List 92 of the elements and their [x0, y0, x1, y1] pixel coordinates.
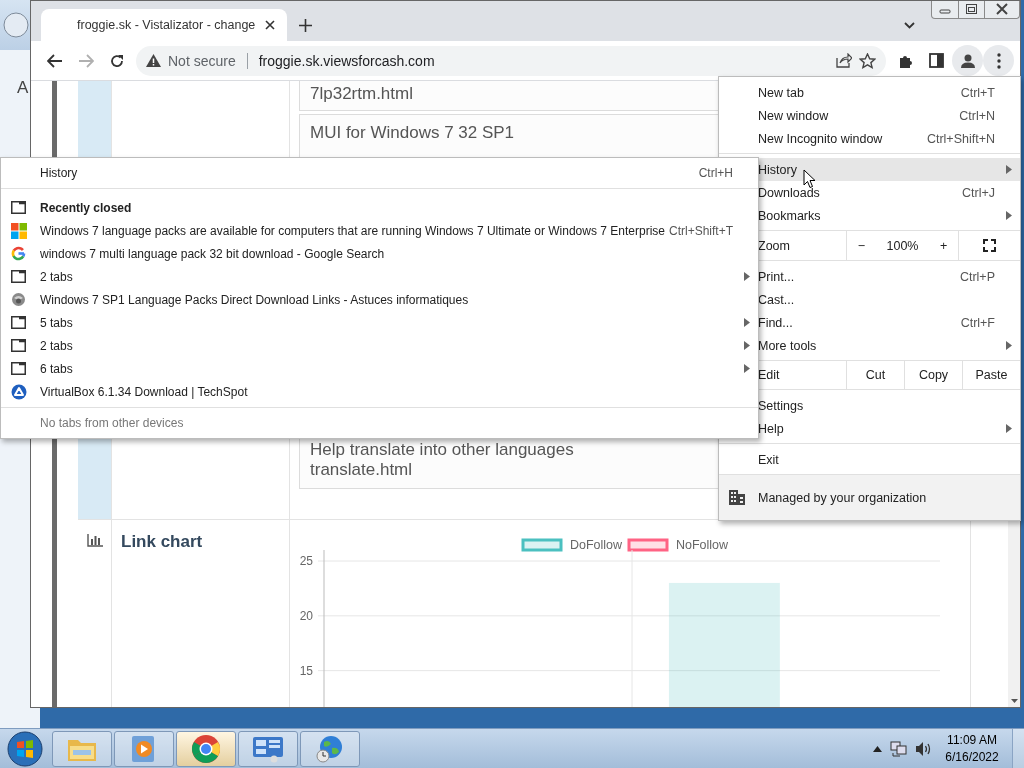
zoom-out-button[interactable]: −	[857, 238, 866, 253]
menu-item[interactable]: 2 tabs	[1, 334, 758, 357]
side-panel-icon	[929, 53, 944, 68]
submenu-arrow-icon	[1006, 211, 1012, 220]
submenu-arrow-icon	[744, 318, 750, 327]
clock[interactable]: 11:09 AM 6/16/2022	[940, 733, 1004, 764]
submenu-arrow-icon	[744, 272, 750, 281]
address-bar[interactable]: Not secure froggie.sk.viewsforcash.com	[136, 45, 886, 76]
g-logo-icon	[11, 246, 26, 261]
volume-icon[interactable]	[915, 740, 932, 757]
zoom-level: 100%	[886, 238, 919, 253]
history-header[interactable]: History Ctrl+H	[1, 158, 758, 188]
share-icon[interactable]	[836, 53, 852, 68]
show-hidden-icons-icon[interactable]	[873, 745, 882, 752]
menu-item[interactable]: Windows 7 SP1 Language Packs Direct Download Links - Astuces informatiques	[1, 288, 758, 311]
clock-date: 6/16/2022	[945, 750, 999, 764]
menu-item[interactable]: History	[758, 158, 1020, 181]
new-tab-icon[interactable]	[299, 18, 312, 32]
warning-icon	[146, 54, 161, 67]
menu-item[interactable]: windows 7 multi language pack 32 bit download - Google Search	[1, 242, 758, 265]
window-icon	[11, 201, 26, 214]
forward-arrow-icon	[77, 53, 94, 68]
back-arrow-icon	[46, 53, 63, 68]
section-title: Recently closed	[1, 196, 758, 219]
menu-item[interactable]: Cast...	[758, 288, 1020, 311]
chevron-down-icon[interactable]	[904, 21, 915, 29]
taskbar-app-button[interactable]	[300, 730, 360, 767]
menu-item[interactable]: Downloads Ctrl+J	[758, 181, 1020, 204]
submenu-arrow-icon	[1006, 424, 1012, 433]
legend-label: NoFollow	[676, 538, 729, 552]
section-heading: Link chart	[120, 531, 204, 553]
profile-button[interactable]	[952, 45, 983, 76]
zoom-in-button[interactable]: +	[939, 238, 948, 253]
menu-item[interactable]: Managed by your organization	[758, 490, 927, 505]
menu-item[interactable]: Bookmarks	[758, 204, 1020, 227]
round-button-icon	[3, 12, 29, 38]
window-icon	[11, 339, 26, 352]
menu-item[interactable]: Help	[758, 417, 1020, 440]
menu-item[interactable]: New window Ctrl+N	[758, 104, 1020, 127]
menu-item[interactable]: 6 tabs	[1, 357, 758, 380]
globe-icon	[315, 733, 345, 764]
menu-item[interactable]: 2 tabs	[1, 265, 758, 288]
bar-chart-icon	[86, 534, 103, 547]
submenu-arrow-icon	[744, 341, 750, 350]
security-label: Not secure	[168, 52, 236, 69]
submenu-arrow-icon	[744, 364, 750, 373]
menu-item[interactable]: 5 tabs	[1, 311, 758, 334]
legend-label: DoFollow	[570, 538, 623, 552]
menu-label: Zoom	[758, 237, 791, 255]
browser-tab[interactable]: froggie.sk - Vistalizator - change	[41, 9, 287, 41]
triangle-circle-icon	[11, 383, 27, 400]
menu-button[interactable]	[983, 45, 1014, 76]
tick-label: 15	[299, 663, 313, 678]
menu-item[interactable]: New tab Ctrl+T	[758, 81, 1020, 104]
menu-label: Edit	[758, 367, 781, 384]
control-panel-icon	[252, 734, 284, 763]
menu-item[interactable]: Windows 7 language packs are available for computers that are running Windows 7 Ultimate or Windows 7 Enterprise Ctrl+Shift+T	[1, 219, 758, 242]
window-icon	[11, 316, 26, 329]
window-text: A	[17, 78, 30, 98]
submenu-arrow-icon	[1006, 165, 1012, 174]
menu-item[interactable]: Exit	[758, 448, 1020, 471]
start-button-icon[interactable]	[5, 729, 45, 768]
window-icon	[11, 270, 26, 283]
fullscreen-icon[interactable]	[983, 239, 996, 252]
window-icon	[11, 362, 26, 375]
person-icon	[959, 52, 976, 69]
menu-note: No tabs from other devices	[39, 415, 185, 432]
menu-item[interactable]: Settings	[758, 394, 1020, 417]
tick-label: 25	[299, 554, 313, 568]
star-icon[interactable]	[859, 52, 876, 69]
kebab-menu-icon	[996, 52, 1001, 69]
reload-icon	[108, 52, 125, 69]
chrome-icon	[191, 733, 221, 764]
network-icon[interactable]	[890, 740, 907, 757]
media-player-icon	[131, 734, 157, 763]
ball-icon	[11, 292, 26, 307]
menu-item[interactable]: VirtualBox 6.1.34 Download | TechSpot	[1, 380, 758, 403]
clock-time: 11:09 AM	[947, 733, 997, 747]
taskbar-app-button[interactable]	[176, 730, 236, 767]
tick-label: 20	[299, 608, 313, 623]
menu-item[interactable]: More tools	[758, 334, 1020, 357]
submenu-arrow-icon	[1006, 341, 1012, 350]
tiles-icon	[11, 222, 27, 239]
close-icon[interactable]	[265, 20, 275, 30]
menu-item[interactable]: New Incognito window Ctrl+Shift+N	[758, 127, 1020, 150]
taskbar-app-button[interactable]	[238, 730, 298, 767]
scroll-down-icon[interactable]	[1010, 699, 1018, 703]
menu-item[interactable]: Print... Ctrl+P	[758, 265, 1020, 288]
building-icon	[729, 490, 745, 505]
mouse-cursor-icon	[803, 169, 816, 189]
url-text: froggie.sk.viewsforcash.com	[258, 52, 435, 69]
menu-item[interactable]: Find... Ctrl+F	[758, 311, 1020, 334]
